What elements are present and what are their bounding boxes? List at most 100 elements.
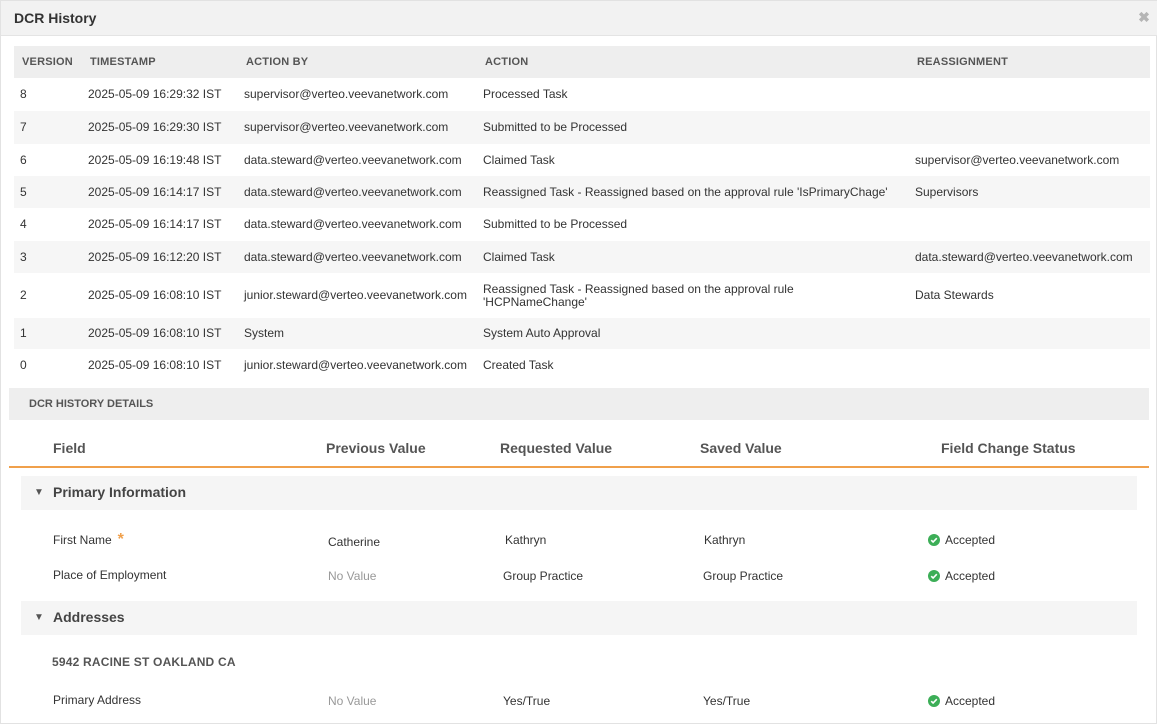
dcr-history-dialog: DCR History ✖ VERSION TIMESTAMP ACTION B… [0, 0, 1157, 724]
reassignment-cell [909, 208, 1150, 241]
timestamp-cell: 2025-05-09 16:12:20 IST [82, 241, 238, 273]
reassignment-cell [909, 111, 1150, 144]
check-circle-icon [928, 570, 940, 582]
status-text: Accepted [945, 694, 996, 708]
dialog-title: DCR History [14, 10, 97, 26]
column-header-previous-value: Previous Value [326, 440, 426, 456]
action-cell: Reassigned Task - Reassigned based on th… [477, 176, 909, 208]
reassignment-cell: Data Stewards [915, 288, 994, 302]
table-row[interactable]: 6 2025-05-09 16:19:48 IST data.steward@v… [14, 144, 1150, 176]
requested-value: Group Practice [503, 569, 584, 583]
action-by-cell: data.steward@verteo.veevanetwork.com [244, 217, 462, 231]
table-row[interactable]: 7 2025-05-09 16:29:30 IST supervisor@ver… [14, 111, 1150, 144]
timestamp-cell: 2025-05-09 16:14:17 IST [88, 217, 222, 231]
details-header-row: Field Previous Value Requested Value Sav… [9, 429, 1149, 468]
details-section-label: DCR HISTORY DETAILS [29, 398, 154, 410]
column-header-requested-value: Requested Value [500, 440, 613, 456]
saved-value: Yes/True [703, 694, 751, 708]
timestamp-cell: 2025-05-09 16:14:17 IST [82, 176, 238, 208]
column-header-action[interactable]: ACTION [477, 46, 909, 78]
dialog-titlebar: DCR History ✖ [1, 1, 1157, 36]
action-cell: Submitted to be Processed [477, 111, 909, 144]
version-cell: 3 [14, 241, 82, 273]
action-by-cell: System [238, 318, 477, 349]
status-badge: Accepted [928, 694, 995, 708]
column-header-version[interactable]: VERSION [14, 46, 82, 78]
column-header-reassignment[interactable]: REASSIGNMENT [909, 46, 1150, 78]
reassignment-cell [909, 78, 1150, 111]
table-row[interactable]: 2 2025-05-09 16:08:10 IST junior.steward… [14, 273, 1150, 318]
action-cell: Created Task [483, 358, 554, 372]
requested-value: Kathryn [505, 533, 547, 547]
timestamp-cell: 2025-05-09 16:08:10 IST [88, 288, 222, 302]
caret-down-icon[interactable]: ▼ [34, 487, 44, 498]
field-label: First Name * [53, 531, 124, 549]
reassignment-cell: data.steward@verteo.veevanetwork.com [909, 241, 1150, 273]
reassignment-cell: Supervisors [909, 176, 1150, 208]
caret-down-icon[interactable]: ▼ [34, 612, 44, 623]
timestamp-cell: 2025-05-09 16:29:30 IST [82, 111, 238, 144]
action-by-cell: supervisor@verteo.veevanetwork.com [244, 87, 449, 101]
table-row[interactable]: 3 2025-05-09 16:12:20 IST data.steward@v… [14, 241, 1150, 273]
action-cell: Reassigned Task - Reassigned based on th… [483, 281, 794, 309]
version-cell: 2 [20, 288, 27, 302]
dcr-history-table: VERSION TIMESTAMP ACTION BY ACTION REASS… [14, 46, 1150, 382]
check-circle-icon [928, 695, 940, 707]
version-cell: 1 [14, 318, 82, 349]
action-by-cell: supervisor@verteo.veevanetwork.com [238, 111, 477, 144]
section-primary-information[interactable]: ▼ Primary Information [21, 476, 1137, 510]
timestamp-cell: 2025-05-09 16:08:10 IST [82, 318, 238, 349]
field-name: Primary Address [53, 693, 142, 707]
action-cell: Processed Task [483, 87, 568, 101]
table-row[interactable]: 5 2025-05-09 16:14:17 IST data.steward@v… [14, 176, 1150, 208]
version-cell: 8 [20, 87, 27, 101]
status-text: Accepted [945, 533, 996, 547]
history-header-row: VERSION TIMESTAMP ACTION BY ACTION REASS… [14, 46, 1150, 78]
timestamp-cell: 2025-05-09 16:19:48 IST [88, 152, 222, 167]
version-cell: 7 [14, 111, 82, 144]
timestamp-cell: 2025-05-09 16:29:32 IST [88, 87, 222, 101]
previous-value: No Value [328, 694, 377, 708]
action-by-cell: junior.steward@verteo.veevanetwork.com [244, 288, 467, 302]
saved-value: Kathryn [704, 533, 746, 547]
field-name: First Name [53, 533, 112, 547]
close-icon[interactable]: ✖ [1137, 10, 1151, 24]
table-row[interactable]: 8 2025-05-09 16:29:32 IST supervisor@ver… [14, 78, 1150, 111]
status-text: Accepted [945, 569, 996, 583]
action-by-cell: data.steward@verteo.veevanetwork.com [238, 241, 477, 273]
section-title: Addresses [53, 609, 125, 625]
field-name: Place of Employment [53, 568, 167, 582]
status-badge: Accepted [928, 569, 995, 583]
check-circle-icon [928, 534, 940, 546]
reassignment-cell: supervisor@verteo.veevanetwork.com [915, 152, 1120, 167]
table-row[interactable]: 1 2025-05-09 16:08:10 IST System System … [14, 318, 1150, 349]
action-cell: Claimed Task [483, 152, 555, 167]
timestamp-cell: 2025-05-09 16:08:10 IST [88, 358, 222, 372]
action-by-cell: data.steward@verteo.veevanetwork.com [238, 176, 477, 208]
section-title: Primary Information [53, 484, 187, 500]
version-cell: 4 [20, 217, 27, 231]
previous-value: Catherine [328, 535, 381, 549]
saved-value: Group Practice [703, 569, 784, 583]
column-header-saved-value: Saved Value [700, 440, 782, 456]
action-cell: System Auto Approval [477, 318, 909, 349]
status-badge: Accepted [928, 533, 995, 547]
required-marker: * [117, 531, 124, 548]
reassignment-cell [909, 349, 1150, 382]
version-cell: 5 [14, 176, 82, 208]
table-row[interactable]: 4 2025-05-09 16:14:17 IST data.steward@v… [14, 208, 1150, 241]
column-header-field-change-status: Field Change Status [941, 440, 1076, 456]
section-addresses[interactable]: ▼ Addresses [21, 601, 1137, 635]
action-by-cell: junior.steward@verteo.veevanetwork.com [244, 358, 467, 372]
address-subtitle: 5942 RACINE ST OAKLAND CA [52, 655, 236, 669]
action-cell: Claimed Task [477, 241, 909, 273]
action-by-cell: data.steward@verteo.veevanetwork.com [244, 152, 462, 167]
column-header-timestamp[interactable]: TIMESTAMP [82, 46, 238, 78]
action-cell: Submitted to be Processed [483, 217, 628, 231]
version-cell: 0 [20, 358, 27, 372]
version-cell: 6 [20, 152, 27, 167]
table-row[interactable]: 0 2025-05-09 16:08:10 IST junior.steward… [14, 349, 1150, 382]
column-header-field: Field [53, 440, 86, 456]
previous-value: No Value [328, 569, 377, 583]
column-header-action-by[interactable]: ACTION BY [238, 46, 477, 78]
